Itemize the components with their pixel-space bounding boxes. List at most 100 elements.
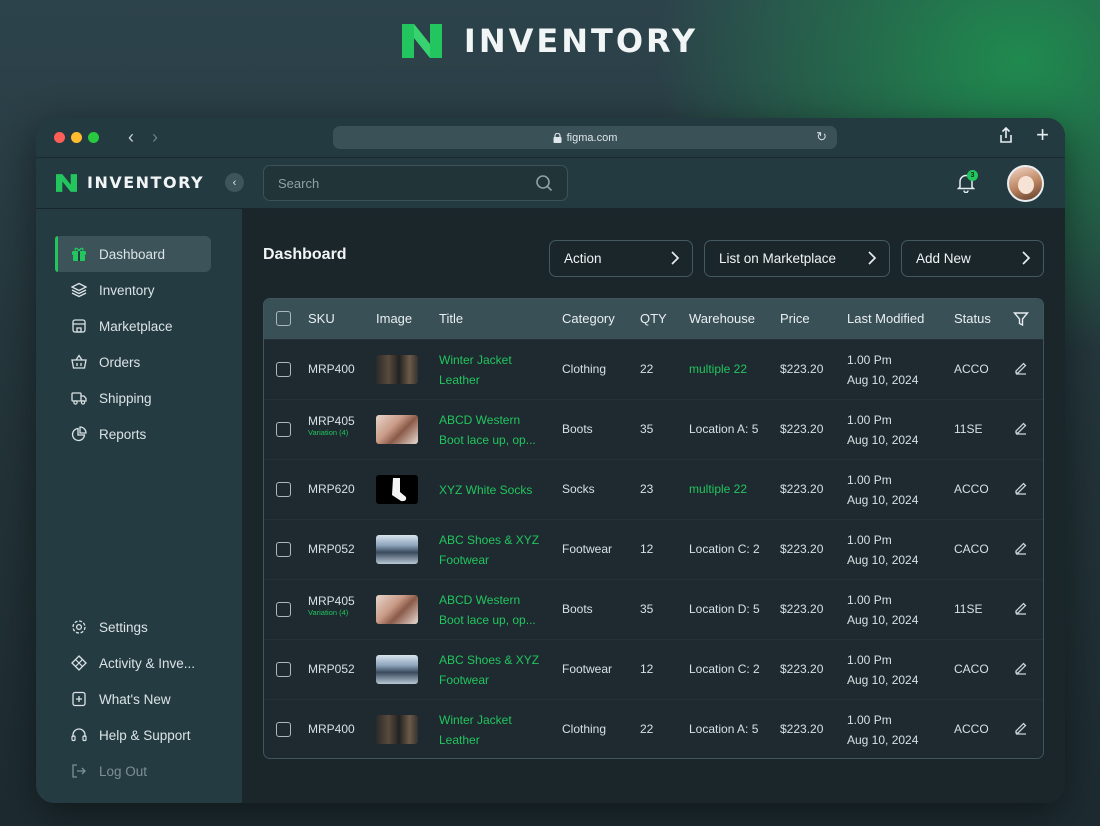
maximize-dot[interactable] <box>88 132 99 143</box>
reload-icon[interactable]: ↻ <box>816 129 827 145</box>
address-bar[interactable]: figma.com ↻ <box>333 126 837 149</box>
product-image[interactable] <box>376 655 418 684</box>
row-checkbox[interactable] <box>276 542 291 557</box>
headset-icon <box>71 728 87 742</box>
select-all-checkbox[interactable] <box>276 311 291 326</box>
product-title[interactable]: Winter Jacket Leather <box>439 710 512 750</box>
minimize-dot[interactable] <box>71 132 82 143</box>
table-row[interactable]: MRP405 Variation (4) ABCD Western Boot lace… <box>264 399 1043 459</box>
chevron-right-icon <box>671 251 680 265</box>
row-checkbox[interactable] <box>276 482 291 497</box>
row-checkbox[interactable] <box>276 362 291 377</box>
table-row[interactable]: MRP620 XYZ White Socks Socks 23 multiple 22 $… <box>264 459 1043 519</box>
edit-icon[interactable] <box>1014 721 1028 740</box>
logo-icon <box>401 24 442 58</box>
column-header-status[interactable]: Status <box>954 311 991 326</box>
edit-icon[interactable] <box>1014 361 1028 380</box>
sidebar-item-reports[interactable]: Reports <box>55 416 211 452</box>
notification-button[interactable]: 3 <box>956 170 978 198</box>
list-on-marketplace-button[interactable]: List on Marketplace <box>704 240 890 277</box>
share-icon[interactable] <box>998 126 1014 144</box>
sidebar-item-settings[interactable]: Settings <box>55 609 211 645</box>
last-modified-cell: 1.00 Pm Aug 10, 2024 <box>847 650 918 690</box>
edit-icon[interactable] <box>1014 421 1028 440</box>
sidebar-item-inventory[interactable]: Inventory <box>55 272 211 308</box>
column-header-price[interactable]: Price <box>780 311 810 326</box>
layers-icon <box>71 282 87 298</box>
table-row[interactable]: MRP405 Variation (4) ABCD Western Boot lace… <box>264 579 1043 639</box>
forward-icon[interactable]: › <box>152 127 158 148</box>
search-icon[interactable] <box>535 174 553 192</box>
sidebar-item-whats-new[interactable]: What's New <box>55 681 211 717</box>
column-header-warehouse[interactable]: Warehouse <box>689 311 755 326</box>
product-image[interactable] <box>376 475 418 504</box>
row-checkbox[interactable] <box>276 422 291 437</box>
product-image[interactable] <box>376 355 418 384</box>
product-title[interactable]: ABC Shoes & XYZ Footwear <box>439 650 539 690</box>
sidebar-item-dashboard[interactable]: Dashboard <box>55 236 211 272</box>
sku-value: MRP400 <box>308 722 355 736</box>
filter-icon[interactable] <box>1013 311 1029 327</box>
variation-count[interactable]: Variation (4) <box>308 428 355 438</box>
modified-date: Aug 10, 2024 <box>847 373 919 387</box>
close-dot[interactable] <box>54 132 65 143</box>
sidebar-item-shipping[interactable]: Shipping <box>55 380 211 416</box>
action-button[interactable]: Action <box>549 240 693 277</box>
table-row[interactable]: MRP052 ABC Shoes & XYZ Footwear Footwear 12 L… <box>264 519 1043 579</box>
product-title[interactable]: ABCD Western Boot lace up, op... <box>439 590 536 630</box>
search-input[interactable]: Search <box>263 165 568 201</box>
product-title[interactable]: ABCD Western Boot lace up, op... <box>439 410 536 450</box>
column-header-title[interactable]: Title <box>439 311 463 326</box>
row-checkbox[interactable] <box>276 602 291 617</box>
product-title[interactable]: Winter Jacket Leather <box>439 350 512 390</box>
app-logo[interactable]: INVENTORY <box>56 173 204 192</box>
edit-icon[interactable] <box>1014 541 1028 560</box>
pie-chart-icon <box>71 426 87 442</box>
back-icon[interactable]: ‹ <box>128 127 134 148</box>
new-tab-icon[interactable]: + <box>1036 124 1049 146</box>
last-modified-cell: 1.00 Pm Aug 10, 2024 <box>847 350 918 390</box>
add-new-button[interactable]: Add New <box>901 240 1044 277</box>
qty-cell: 22 <box>640 362 654 376</box>
truck-icon <box>71 392 87 405</box>
modified-time: 1.00 Pm <box>847 353 892 367</box>
sidebar-item-help[interactable]: Help & Support <box>55 717 211 753</box>
product-image[interactable] <box>376 715 418 744</box>
row-checkbox[interactable] <box>276 722 291 737</box>
table-row[interactable]: MRP400 Winter Jacket Leather Clothing 22 mult… <box>264 339 1043 399</box>
sidebar-item-marketplace[interactable]: Marketplace <box>55 308 211 344</box>
product-image[interactable] <box>376 595 418 624</box>
edit-icon[interactable] <box>1014 601 1028 620</box>
store-icon <box>72 319 86 333</box>
sidebar-item-activity[interactable]: Activity & Inve... <box>55 645 211 681</box>
product-image[interactable] <box>376 535 418 564</box>
product-title[interactable]: ABC Shoes & XYZ Footwear <box>439 530 539 570</box>
status-cell: 11SE <box>954 422 983 436</box>
column-header-last-modified[interactable]: Last Modified <box>847 311 924 326</box>
sku-cell: MRP405 Variation (4) <box>308 414 355 438</box>
edit-icon[interactable] <box>1014 661 1028 680</box>
modified-time: 1.00 Pm <box>847 413 892 427</box>
title-line: ABC Shoes & XYZ <box>439 533 540 547</box>
table-row[interactable]: MRP052 ABC Shoes & XYZ Footwear Footwear 12 L… <box>264 639 1043 699</box>
title-line: ABCD Western <box>439 413 521 427</box>
product-title[interactable]: XYZ White Socks <box>439 480 532 500</box>
row-checkbox[interactable] <box>276 662 291 677</box>
table-row[interactable]: MRP400 Winter Jacket Leather Clothing 22 Loca… <box>264 699 1043 758</box>
edit-icon[interactable] <box>1014 481 1028 500</box>
column-header-category[interactable]: Category <box>562 311 615 326</box>
variation-count[interactable]: Variation (4) <box>308 608 355 618</box>
collapse-sidebar-button[interactable]: ‹ <box>225 173 244 192</box>
sidebar-item-orders[interactable]: Orders <box>55 344 211 380</box>
avatar[interactable] <box>1007 165 1044 202</box>
column-header-sku[interactable]: SKU <box>308 311 335 326</box>
last-modified-cell: 1.00 Pm Aug 10, 2024 <box>847 710 918 750</box>
basket-icon <box>71 354 87 369</box>
modified-date: Aug 10, 2024 <box>847 433 919 447</box>
column-header-image[interactable]: Image <box>376 311 412 326</box>
product-image[interactable] <box>376 415 418 444</box>
sku-value: MRP405 <box>308 594 355 608</box>
column-header-qty[interactable]: QTY <box>640 311 667 326</box>
title-line: Winter Jacket <box>439 713 512 727</box>
sidebar-item-logout[interactable]: Log Out <box>55 753 211 789</box>
